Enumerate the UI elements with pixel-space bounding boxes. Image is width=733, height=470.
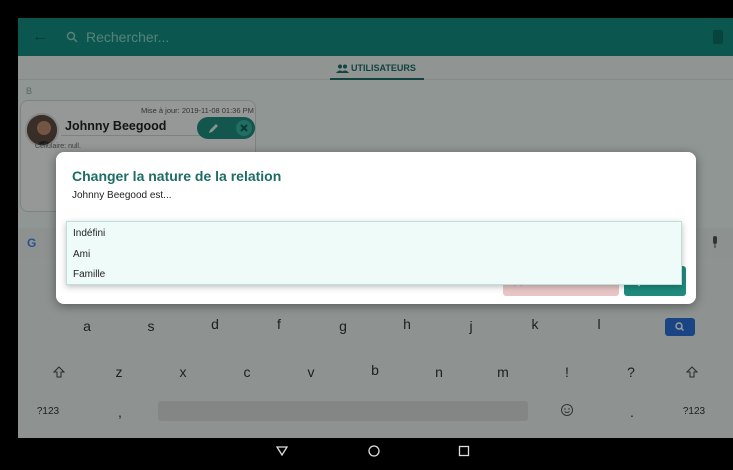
navigation-bar	[18, 438, 733, 470]
dialog-subtitle: Johnny Beegood est...	[72, 190, 172, 201]
dialog-title: Changer la nature de la relation	[72, 168, 282, 184]
option-friend[interactable]: Ami	[73, 249, 90, 260]
option-family[interactable]: Famille	[73, 269, 105, 280]
back-nav-icon[interactable]	[275, 444, 289, 458]
recents-nav-icon[interactable]	[457, 444, 471, 458]
home-nav-icon[interactable]	[367, 444, 381, 458]
option-undefined[interactable]: Indéfini	[73, 228, 105, 239]
relation-dropdown: Indéfini Ami Famille	[66, 221, 682, 285]
